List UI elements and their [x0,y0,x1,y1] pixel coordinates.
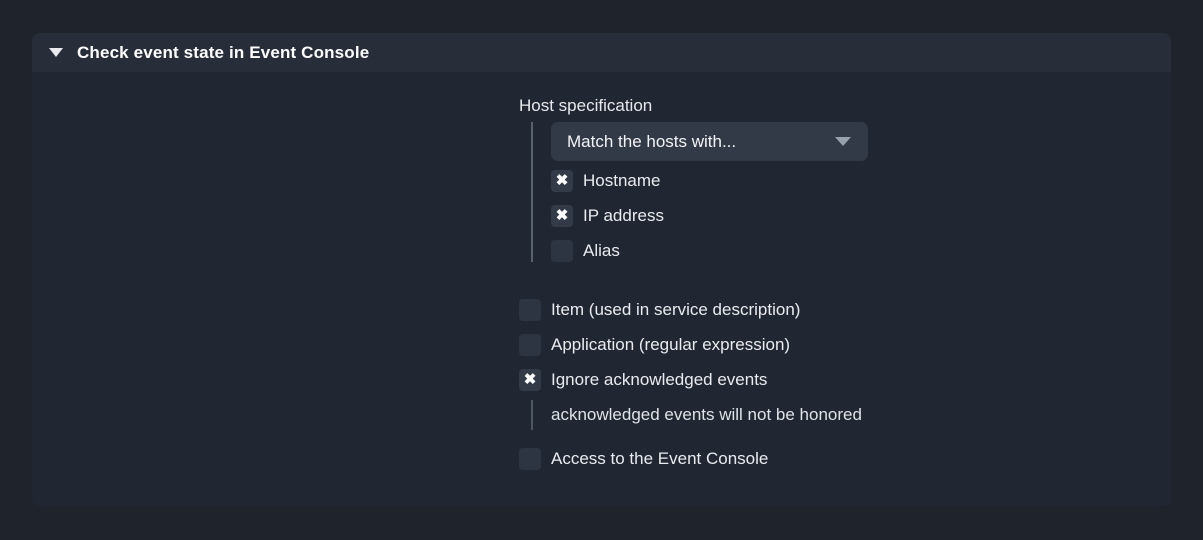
general-options-list: ✖ Item (used in service description) ✖ A… [519,292,868,476]
checkbox-row-ip-address[interactable]: ✖ IP address [551,198,868,233]
checkbox-application[interactable]: ✖ [519,333,541,356]
host-match-dropdown-value: Match the hosts with... [567,131,737,151]
checkbox-label-hostname: Hostname [583,170,661,190]
indent-rule [531,122,533,262]
checkbox-label-item: Item (used in service description) [551,299,801,319]
checkbox-row-access-event-console[interactable]: ✖ Access to the Event Console [519,441,868,476]
checkbox-row-item[interactable]: ✖ Item (used in service description) [519,292,868,327]
ignore-acknowledged-hint-text: acknowledged events will not be honored [551,405,862,424]
triangle-down-icon[interactable] [49,48,63,57]
checkbox-label-access-event-console: Access to the Event Console [551,448,769,468]
event-console-panel: Check event state in Event Console Host … [32,33,1171,506]
checkbox-label-ignore-acknowledged: Ignore acknowledged events [551,369,768,389]
checkbox-label-ip-address: IP address [583,205,664,225]
checkbox-label-alias: Alias [583,240,620,260]
checkbox-row-alias[interactable]: ✖ Alias [551,233,868,268]
page-title: Check event state in Event Console [77,42,370,62]
host-specification-indent: Match the hosts with... ✖ Hostname ✖ IP … [531,116,868,268]
ignore-acknowledged-hint: acknowledged events will not be honored [531,397,868,433]
check-mark-icon: ✖ [555,206,569,224]
panel-body: Host specification Match the hosts with.… [32,72,1171,506]
host-specification-group: Host specification Match the hosts with.… [519,72,868,268]
checkbox-alias[interactable]: ✖ [551,239,573,262]
checkbox-access-event-console[interactable]: ✖ [519,447,541,470]
checkbox-hostname[interactable]: ✖ [551,169,573,192]
checkbox-item[interactable]: ✖ [519,298,541,321]
checkbox-row-application[interactable]: ✖ Application (regular expression) [519,327,868,362]
checkbox-ip-address[interactable]: ✖ [551,204,573,227]
checkbox-ignore-acknowledged[interactable]: ✖ [519,368,541,391]
host-specification-options: ✖ Hostname ✖ IP address Alias [551,163,868,268]
panel-header[interactable]: Check event state in Event Console [32,33,1171,72]
app-root: Check event state in Event Console Host … [0,0,1203,540]
host-specification-label: Host specification [519,96,653,115]
hint-indent-rule [531,400,533,430]
check-mark-icon: ✖ [523,370,537,388]
check-mark-icon: ✖ [555,171,569,189]
checkbox-row-ignore-acknowledged[interactable]: ✖ Ignore acknowledged events [519,362,868,397]
settings-form: Host specification Match the hosts with.… [519,72,868,476]
chevron-down-icon [835,137,851,146]
checkbox-label-application: Application (regular expression) [551,334,791,354]
host-match-dropdown[interactable]: Match the hosts with... [551,122,868,161]
checkbox-row-hostname[interactable]: ✖ Hostname [551,163,868,198]
